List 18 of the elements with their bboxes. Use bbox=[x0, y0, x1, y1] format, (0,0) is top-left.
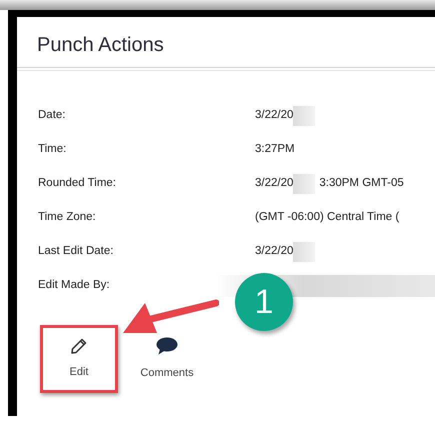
field-label: Edit Made By: bbox=[38, 278, 111, 294]
field-value: 3:30PM GMT-05 bbox=[319, 176, 404, 192]
field-value: 3/22/20 bbox=[255, 108, 294, 124]
speech-bubble-icon bbox=[156, 336, 178, 355]
highlighted-action-button[interactable]: Edit bbox=[40, 325, 118, 393]
field-value: 3/22/20 bbox=[255, 176, 294, 192]
pencil-icon bbox=[71, 338, 87, 354]
field-label: Last Edit Date: bbox=[38, 244, 114, 260]
field-value: 3:27PM bbox=[255, 142, 295, 158]
field-label: Time: bbox=[38, 142, 68, 158]
action-button[interactable]: Comments bbox=[128, 325, 206, 393]
field-label: Time Zone: bbox=[38, 210, 97, 226]
field-label: Rounded Time: bbox=[38, 176, 117, 192]
panel-title: Punch Actions bbox=[36, 33, 165, 58]
field-value: (GMT -06:00) Central Time ( bbox=[255, 210, 400, 226]
field-value: 3/22/20 bbox=[255, 244, 294, 260]
step-number-badge: 1 bbox=[235, 273, 293, 331]
field-label: Date: bbox=[38, 108, 66, 124]
